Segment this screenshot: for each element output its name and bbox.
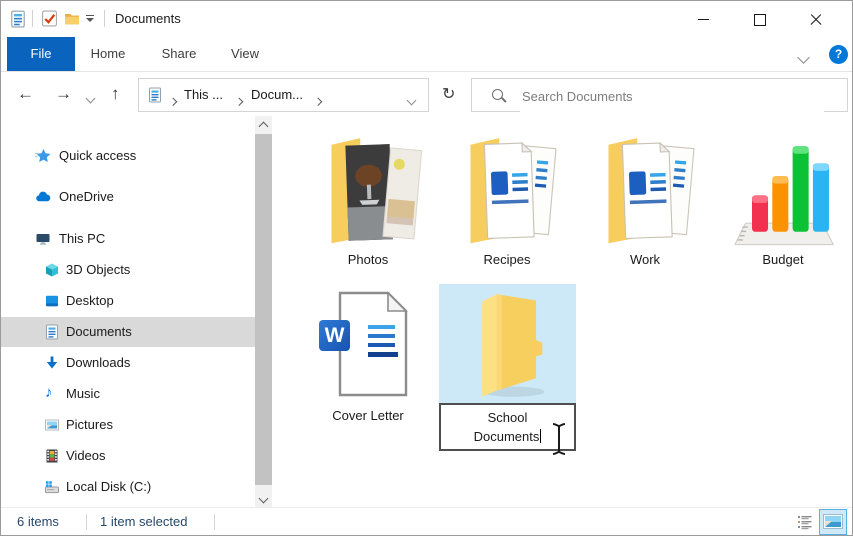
sidebar-item-music[interactable]: ♪ Music (1, 379, 255, 409)
documents-folder-icon (445, 127, 569, 251)
breadcrumb-this-pc[interactable]: This ... (184, 87, 223, 102)
breadcrumb-chevron-icon[interactable] (315, 92, 321, 107)
film-strip-icon (44, 448, 60, 464)
download-arrow-icon (44, 355, 60, 371)
large-icons-view-icon[interactable] (819, 509, 847, 535)
title-bar: Documents (1, 1, 852, 37)
hard-drive-icon (44, 479, 60, 495)
search-input[interactable] (520, 80, 824, 112)
folder-location-icon (147, 87, 163, 106)
file-label: Work (583, 251, 707, 268)
back-icon[interactable]: ← (17, 85, 34, 102)
word-document-icon: W (306, 283, 430, 407)
desktop-icon (44, 293, 60, 309)
sidebar-item-quick-access[interactable]: Quick access (1, 141, 255, 171)
file-label: Photos (306, 251, 430, 268)
window-title: Documents (115, 11, 181, 26)
file-explorer-window: Documents File Home Share View ? ← → ↑ T… (0, 0, 853, 536)
sidebar-item-label: Downloads (66, 348, 130, 378)
sidebar-item-label: Documents (66, 317, 132, 347)
sidebar-item-label: Music (66, 379, 100, 409)
address-bar[interactable]: This ... Docum... (138, 78, 429, 112)
breadcrumb-chevron-icon[interactable] (170, 92, 176, 107)
breadcrumb-documents[interactable]: Docum... (251, 87, 303, 102)
sidebar-item-pictures[interactable]: Pictures (1, 410, 255, 440)
sidebar-item-local-disk-c[interactable]: Local Disk (C:) (1, 472, 255, 502)
status-bar: 6 items 1 item selected (1, 507, 852, 536)
onedrive-cloud-icon (35, 189, 51, 205)
up-icon[interactable]: ↑ (111, 85, 120, 102)
file-photos[interactable]: Photos (306, 127, 430, 268)
file-explorer-icon (9, 10, 27, 31)
tab-file[interactable]: File (7, 37, 75, 71)
word-logo: W (319, 320, 350, 351)
documents-folder-icon (583, 127, 707, 251)
scroll-up-icon[interactable] (255, 116, 272, 133)
tab-share[interactable]: Share (153, 37, 205, 71)
sidebar-item-label: Pictures (66, 410, 113, 440)
file-recipes[interactable]: Recipes (445, 127, 569, 268)
computer-monitor-icon (35, 231, 51, 247)
file-cover-letter[interactable]: W Cover Letter (306, 283, 430, 424)
breadcrumb-chevron-icon[interactable] (236, 92, 242, 107)
sidebar-item-this-pc[interactable]: This PC (1, 224, 255, 254)
minimize-button[interactable] (681, 1, 727, 37)
scrollbar-thumb[interactable] (255, 134, 272, 485)
address-toolbar: ← → ↑ This ... Docum... ↻ (1, 72, 852, 116)
file-school-documents[interactable] (439, 284, 576, 403)
search-box[interactable] (471, 78, 848, 112)
sidebar-item-label: This PC (59, 224, 105, 254)
properties-icon[interactable] (41, 10, 58, 30)
text-ibeam-cursor (550, 422, 568, 456)
address-dropdown-icon[interactable] (408, 92, 415, 107)
close-button[interactable] (793, 1, 839, 37)
help-button[interactable]: ? (829, 45, 848, 64)
details-view-icon[interactable] (797, 514, 813, 533)
forward-icon[interactable]: → (55, 85, 72, 102)
file-work[interactable]: Work (583, 127, 707, 268)
bar-chart-icon (721, 127, 845, 251)
tab-home[interactable]: Home (83, 37, 133, 71)
3d-cube-icon (44, 262, 60, 278)
tab-view[interactable]: View (221, 37, 269, 71)
qat-dropdown-icon[interactable] (86, 15, 94, 22)
scroll-down-icon[interactable] (255, 490, 272, 507)
maximize-button[interactable] (737, 1, 783, 37)
item-count: 6 items (17, 508, 59, 536)
empty-folder-icon (457, 288, 557, 400)
sidebar-scrollbar[interactable] (255, 116, 272, 507)
music-note-icon: ♪ (45, 385, 61, 401)
file-label: Budget (721, 251, 845, 268)
refresh-icon[interactable]: ↻ (442, 84, 455, 104)
sidebar-item-label: 3D Objects (66, 255, 130, 285)
quick-access-star-icon (35, 148, 51, 164)
sidebar-item-downloads[interactable]: Downloads (1, 348, 255, 378)
file-label: Recipes (445, 251, 569, 268)
sidebar-item-label: Local Disk (C:) (66, 472, 151, 502)
file-budget[interactable]: Budget (721, 127, 845, 268)
file-label: Cover Letter (306, 407, 430, 424)
sidebar-item-videos[interactable]: Videos (1, 441, 255, 471)
photos-folder-icon (306, 127, 430, 251)
sidebar-item-documents[interactable]: Documents (1, 317, 255, 347)
ribbon-tab-bar: File Home Share View ? (1, 37, 852, 72)
rename-line-2: Documents (474, 429, 540, 444)
expand-ribbon-icon[interactable] (799, 50, 808, 65)
selection-count: 1 item selected (100, 508, 187, 536)
sidebar-item-label: Videos (66, 441, 106, 471)
sidebar-item-desktop[interactable]: Desktop (1, 286, 255, 316)
sidebar-item-3d-objects[interactable]: 3D Objects (1, 255, 255, 285)
sidebar-item-label: Desktop (66, 286, 114, 316)
sidebar-item-label: Quick access (59, 141, 136, 171)
search-icon (492, 89, 503, 100)
sidebar-item-onedrive[interactable]: OneDrive (1, 182, 255, 212)
recent-locations-icon[interactable] (87, 90, 94, 105)
rename-line-1: School (488, 410, 528, 425)
text-caret (540, 429, 541, 443)
new-folder-icon[interactable] (64, 11, 80, 29)
sidebar-item-label: OneDrive (59, 182, 114, 212)
picture-icon (44, 417, 60, 433)
documents-icon (44, 324, 60, 340)
